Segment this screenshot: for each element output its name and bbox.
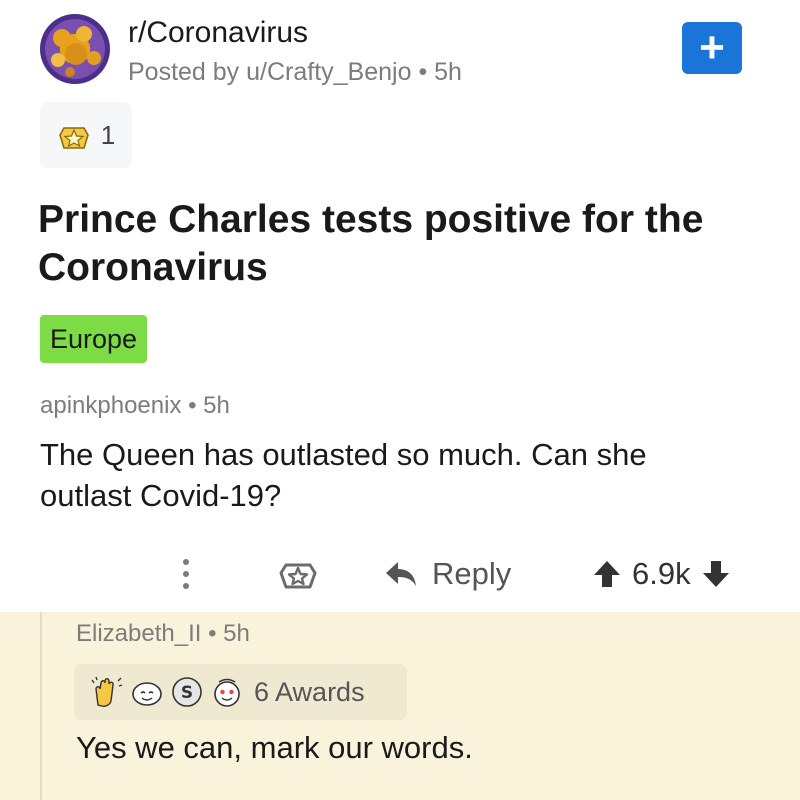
give-award-icon[interactable] [278, 553, 318, 593]
svg-text:S: S [181, 683, 193, 703]
comment-body: The Queen has outlasted so much. Can she… [40, 437, 647, 513]
silver-award-icon: S [172, 677, 202, 707]
reply-awards-chip[interactable]: S 6 Awards [74, 664, 407, 720]
snoo-face-award-icon [132, 682, 162, 706]
vote-controls: 6.9k [592, 552, 731, 596]
award-count: 1 [100, 119, 116, 150]
award-icon [58, 127, 89, 149]
thread-line[interactable] [40, 612, 42, 800]
reply-meta[interactable]: Elizabeth_II • 5h [76, 620, 250, 648]
post-author-line[interactable]: Posted by u/Crafty_Benjo • 5h [128, 58, 462, 87]
wholesome-award-icon [214, 678, 240, 707]
reply-arrow-icon [386, 562, 416, 586]
post-title[interactable]: Prince Charles tests positive for the Co… [38, 196, 768, 292]
downvote-icon[interactable] [701, 559, 731, 589]
reply-body: Yes we can, mark our words. [76, 730, 473, 765]
subreddit-avatar[interactable] [40, 14, 110, 84]
comment-meta[interactable]: apinkphoenix • 5h [40, 392, 230, 420]
reply-label: Reply [432, 556, 512, 591]
post-award-chip[interactable]: 1 [40, 102, 132, 168]
upvote-icon[interactable] [592, 559, 622, 589]
more-options-icon[interactable] [176, 552, 196, 596]
subreddit-name[interactable]: r/Coronavirus [128, 16, 308, 50]
clapping-hands-award-icon [91, 676, 123, 707]
vote-score: 6.9k [632, 556, 691, 591]
post-flair[interactable]: Europe [40, 315, 148, 363]
virus-icon [51, 26, 101, 77]
awards-count-label: 6 Awards [254, 676, 365, 707]
join-button[interactable]: + [682, 22, 742, 74]
reply-button[interactable]: Reply [384, 552, 511, 596]
